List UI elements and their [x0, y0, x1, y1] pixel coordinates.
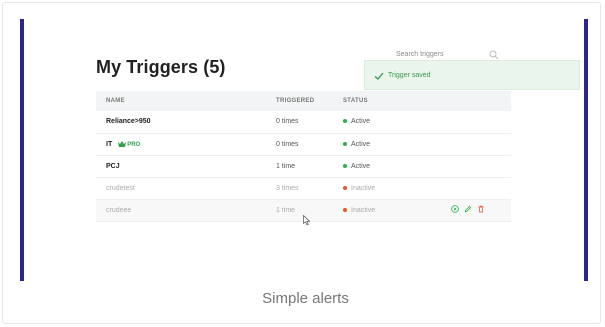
app-screenshot: My Triggers (5) Search triggers Trigger … [20, 19, 588, 281]
mouse-cursor-icon [303, 215, 311, 226]
status-text: Inactive [351, 184, 376, 192]
table-row[interactable]: IT PRO 0 times Active [96, 133, 511, 156]
table-row[interactable]: crudetest 3 times Inactive [96, 177, 511, 200]
play-icon[interactable] [451, 205, 459, 213]
triggers-table: NAME TRIGGERED STATUS Reliance>950 0 tim… [96, 91, 511, 222]
status-text: Active [351, 140, 371, 148]
search-icon[interactable] [489, 50, 499, 60]
trash-icon[interactable] [477, 205, 485, 213]
status-cell: Inactive [343, 177, 451, 200]
row-actions [451, 199, 511, 222]
card-caption: Simple alerts [262, 290, 349, 307]
trigger-count: 1 time [276, 155, 343, 178]
page-title: My Triggers (5) [96, 57, 226, 77]
trigger-count: 0 times [276, 111, 343, 134]
status-text: Active [351, 118, 371, 126]
feature-card: My Triggers (5) Search triggers Trigger … [2, 2, 601, 324]
status-cell: Active [343, 111, 451, 134]
crown-icon [118, 140, 127, 147]
trigger-name[interactable]: crudetest [96, 177, 276, 200]
trigger-count: 0 times [276, 133, 343, 156]
column-header-triggered: TRIGGERED [276, 91, 343, 111]
table-header-row: NAME TRIGGERED STATUS [96, 91, 511, 111]
trigger-name[interactable]: PCJ [96, 155, 276, 178]
trigger-name[interactable]: crudeee [96, 199, 276, 222]
trigger-count: 3 times [276, 177, 343, 200]
search-input[interactable]: Search triggers [396, 51, 443, 58]
status-cell: Inactive [343, 199, 451, 222]
status-dot [343, 119, 347, 124]
status-text: Inactive [351, 206, 376, 214]
column-header-name: NAME [96, 91, 276, 111]
table-row[interactable]: Reliance>950 0 times Active [96, 111, 511, 134]
check-icon [374, 72, 384, 80]
toast-message: Trigger saved [388, 72, 431, 79]
status-cell: Active [343, 133, 451, 156]
column-header-actions [451, 91, 511, 111]
pro-badge: PRO [118, 140, 140, 148]
column-header-status: STATUS [343, 91, 451, 111]
table-row[interactable]: PCJ 1 time Active [96, 155, 511, 178]
trigger-name-cell[interactable]: IT PRO [96, 133, 276, 156]
status-text: Active [351, 162, 371, 170]
toast-notification: Trigger saved [364, 60, 580, 90]
status-dot [343, 163, 347, 168]
status-dot [343, 185, 347, 190]
edit-icon[interactable] [464, 205, 472, 213]
trigger-name[interactable]: IT [106, 141, 112, 148]
status-dot [343, 141, 347, 146]
trigger-name[interactable]: Reliance>950 [96, 111, 276, 134]
status-dot [343, 207, 347, 212]
status-cell: Active [343, 155, 451, 178]
